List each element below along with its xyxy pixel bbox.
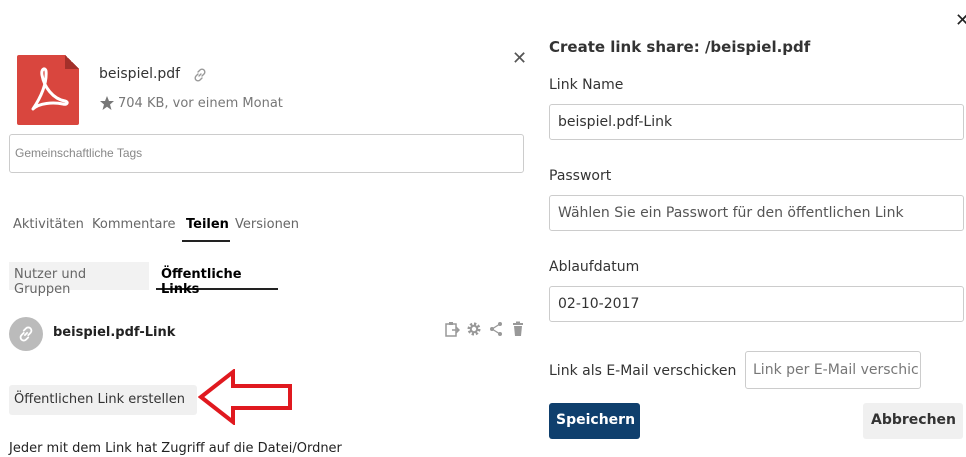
file-meta: 704 KB, vor einem Monat xyxy=(118,96,283,111)
share-link-name: beispiel.pdf-Link xyxy=(53,325,176,340)
subtab-public-links[interactable]: Öffentliche Links xyxy=(156,262,278,297)
close-sidebar-icon[interactable]: ✕ xyxy=(512,50,527,68)
link-icon[interactable] xyxy=(192,67,208,83)
password-input[interactable]: Wählen Sie ein Passwort für den öffentli… xyxy=(549,195,964,231)
expiry-date-input[interactable]: 02-10-2017 xyxy=(549,286,964,322)
clipboard-icon[interactable] xyxy=(444,321,461,337)
close-dialog-icon[interactable]: ✕ xyxy=(955,12,966,30)
tab-comments[interactable]: Kommentare xyxy=(92,217,176,232)
star-icon[interactable] xyxy=(99,95,115,111)
file-name: beispiel.pdf xyxy=(99,66,181,82)
red-arrow-annotation xyxy=(197,367,294,429)
share-icon[interactable] xyxy=(488,321,504,337)
tags-input[interactable]: Gemeinschaftliche Tags xyxy=(9,134,524,173)
link-name-label: Link Name xyxy=(549,77,624,93)
tab-share[interactable]: Teilen xyxy=(186,217,229,232)
active-tab-indicator xyxy=(182,240,230,242)
trash-icon[interactable] xyxy=(510,321,526,337)
create-public-link-button[interactable]: Öffentlichen Link erstellen xyxy=(9,385,197,415)
link-avatar xyxy=(9,317,43,351)
email-label: Link als E-Mail verschicken xyxy=(549,363,737,379)
subtab-users-groups[interactable]: Nutzer und Gruppen xyxy=(9,262,149,297)
gear-icon[interactable] xyxy=(466,321,482,337)
save-button[interactable]: Speichern xyxy=(549,403,640,439)
expiry-label: Ablaufdatum xyxy=(549,259,640,275)
email-input[interactable]: Link per E-Mail verschicken xyxy=(745,351,921,389)
tab-activities[interactable]: Aktivitäten xyxy=(13,217,84,232)
password-label: Passwort xyxy=(549,168,612,184)
tab-versions[interactable]: Versionen xyxy=(235,217,299,232)
dialog-title: Create link share: /beispiel.pdf xyxy=(549,38,811,56)
link-name-input[interactable]: beispiel.pdf-Link xyxy=(549,104,964,140)
share-hint-text: Jeder mit dem Link hat Zugriff auf die D… xyxy=(9,441,342,456)
pdf-file-icon xyxy=(17,55,79,125)
cancel-button[interactable]: Abbrechen xyxy=(863,403,963,439)
